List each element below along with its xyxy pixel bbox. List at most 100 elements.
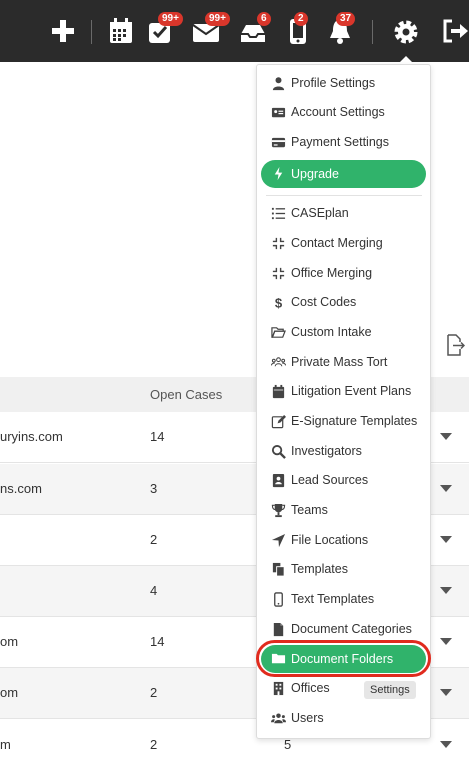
row-dropdown-caret-icon[interactable] <box>440 433 452 440</box>
menu-item-litigation-event-plans[interactable]: Litigation Event Plans <box>261 378 426 405</box>
row-dropdown-caret-icon[interactable] <box>440 485 452 492</box>
menu-item-label: Text Templates <box>291 592 375 606</box>
file-icon <box>271 622 286 637</box>
menu-item-teams[interactable]: Teams <box>261 497 426 524</box>
tasks-icon[interactable]: 99+ <box>146 12 183 46</box>
menu-divider <box>266 195 422 196</box>
row-open-cases-cell: 2 <box>150 532 158 547</box>
users-icon <box>271 711 286 726</box>
address-card-icon <box>271 473 286 488</box>
menu-item-upgrade[interactable]: Upgrade <box>261 160 426 188</box>
menu-item-file-locations[interactable]: File Locations <box>261 527 426 554</box>
id-card-icon <box>271 105 286 120</box>
menu-item-e-signature-templates[interactable]: E-Signature Templates <box>261 408 426 435</box>
menu-item-cost-codes[interactable]: $ Cost Codes <box>261 289 426 316</box>
menu-item-text-templates[interactable]: Text Templates <box>261 586 426 613</box>
trophy-icon <box>271 503 286 518</box>
menu-item-private-mass-tort[interactable]: Private Mass Tort <box>261 349 426 376</box>
mail-badge: 99+ <box>205 12 230 26</box>
menu-item-custom-intake[interactable]: Custom Intake <box>261 319 426 346</box>
mobile-icon[interactable]: 2 <box>283 12 313 46</box>
menu-item-document-categories[interactable]: Document Categories <box>261 616 426 643</box>
menu-item-lead-sources[interactable]: Lead Sources <box>261 467 426 494</box>
inbox-icon[interactable]: 6 <box>238 12 271 46</box>
row-open-cases-cell: 4 <box>150 583 158 598</box>
row-name-cell: uryins.com <box>0 429 63 444</box>
menu-item-label: Payment Settings <box>291 135 389 149</box>
edit-icon <box>271 414 286 429</box>
menu-item-label: File Locations <box>291 533 369 547</box>
dollar-icon: $ <box>271 295 286 310</box>
location-arrow-icon <box>271 533 286 548</box>
notifications-badge: 37 <box>336 12 356 26</box>
menu-item-label: Teams <box>291 503 328 517</box>
menu-item-label: Account Settings <box>291 105 385 119</box>
mobile-badge: 2 <box>294 12 308 26</box>
search-icon <box>271 444 286 459</box>
row-open-cases-cell: 2 <box>150 737 158 752</box>
highlight-annotation <box>256 640 431 677</box>
row-dropdown-caret-icon[interactable] <box>440 741 452 748</box>
menu-item-label: Litigation Event Plans <box>291 384 412 398</box>
top-navigation-bar: 99+ 99+ 6 2 37 <box>0 0 469 62</box>
menu-item-label: Investigators <box>291 444 362 458</box>
merge-icon <box>271 266 286 281</box>
row-name-cell: m <box>0 737 11 752</box>
menu-item-profile-settings[interactable]: Profile Settings <box>261 70 426 97</box>
calendar-icon <box>271 384 286 399</box>
list-icon <box>271 206 286 221</box>
add-icon[interactable] <box>48 16 78 46</box>
menu-item-office-merging[interactable]: Office Merging <box>261 260 426 287</box>
mail-icon[interactable]: 99+ <box>191 12 230 46</box>
menu-item-caseplan[interactable]: CASEplan <box>261 200 426 227</box>
row-open-cases-cell: 2 <box>150 685 158 700</box>
open-cases-column-header: Open Cases <box>150 387 223 402</box>
menu-item-label: Contact Merging <box>291 236 383 250</box>
bell-icon[interactable]: 37 <box>325 12 356 46</box>
inbox-badge: 6 <box>257 12 271 26</box>
menu-item-label: Templates <box>291 562 348 576</box>
row-dropdown-caret-icon[interactable] <box>440 689 452 696</box>
settings-tooltip: Settings <box>364 681 416 699</box>
menu-item-label: Office Merging <box>291 266 373 280</box>
menu-item-users[interactable]: Users <box>261 705 426 732</box>
logout-icon[interactable] <box>440 16 469 46</box>
menu-item-account-settings[interactable]: Account Settings <box>261 99 426 126</box>
credit-card-icon <box>271 135 286 150</box>
menu-item-label: E-Signature Templates <box>291 414 418 428</box>
user-icon <box>271 76 286 91</box>
copy-icon <box>271 562 286 577</box>
menu-item-label: Profile Settings <box>291 76 376 90</box>
toolbar-divider <box>91 20 92 44</box>
menu-item-label: Cost Codes <box>291 295 357 309</box>
menu-item-label: Users <box>291 711 324 725</box>
menu-item-label: Offices <box>291 681 330 695</box>
row-open-cases-cell: 3 <box>150 481 158 496</box>
row-dropdown-caret-icon[interactable] <box>440 587 452 594</box>
menu-item-investigators[interactable]: Investigators <box>261 438 426 465</box>
row-name-cell: ns.com <box>0 481 42 496</box>
merge-icon <box>271 236 286 251</box>
export-icon[interactable] <box>445 334 466 356</box>
row-name-cell: om <box>0 685 19 700</box>
menu-item-contact-merging[interactable]: Contact Merging <box>261 230 426 257</box>
row-dropdown-caret-icon[interactable] <box>440 638 452 645</box>
toolbar-divider <box>372 20 373 44</box>
menu-item-label: Upgrade <box>291 167 339 181</box>
gear-icon[interactable] <box>391 17 421 47</box>
bolt-icon <box>271 166 286 181</box>
svg-text:$: $ <box>275 296 283 310</box>
menu-item-label: Private Mass Tort <box>291 355 388 369</box>
menu-item-templates[interactable]: Templates <box>261 556 426 583</box>
calendar-icon[interactable] <box>106 16 136 46</box>
mobile-icon <box>271 592 286 607</box>
menu-item-label: Document Categories <box>291 622 412 636</box>
menu-item-payment-settings[interactable]: Payment Settings <box>261 129 426 156</box>
folder-open-icon <box>271 325 286 340</box>
menu-item-label: Lead Sources <box>291 473 369 487</box>
row-open-cases-cell: 14 <box>150 429 165 444</box>
users-outline-icon <box>271 355 286 370</box>
row-open-cases-cell: 14 <box>150 634 165 649</box>
row-dropdown-caret-icon[interactable] <box>440 536 452 543</box>
row-name-cell: om <box>0 634 19 649</box>
